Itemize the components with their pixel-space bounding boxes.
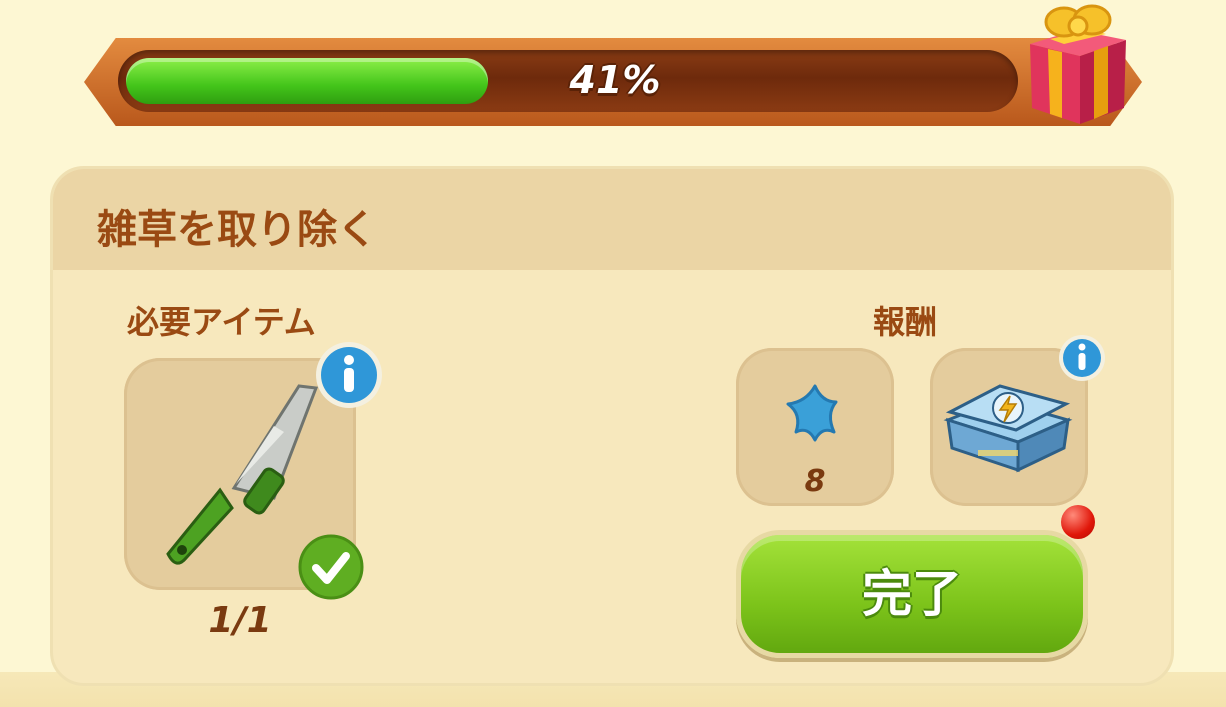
check-icon	[298, 534, 364, 600]
progress-bar-fill	[126, 58, 488, 104]
task-title: 雑草を取り除く	[97, 207, 377, 253]
info-icon[interactable]	[314, 340, 384, 410]
reward-count: 8	[804, 464, 826, 499]
energy-chest-icon	[943, 384, 1073, 473]
required-item-count: 1/1	[208, 600, 272, 641]
blue-star-icon	[786, 384, 838, 442]
rewards-label: 報酬	[873, 303, 938, 341]
notification-dot	[1061, 505, 1095, 539]
reward-info-icon[interactable]	[1058, 334, 1106, 382]
gift-box-icon[interactable]	[1022, 0, 1132, 128]
required-items-label: 必要アイテム	[127, 303, 316, 341]
complete-button[interactable]: 完了	[736, 530, 1088, 658]
progress-percent-label: 41%	[569, 58, 661, 102]
complete-button-label: 完了	[862, 565, 962, 623]
